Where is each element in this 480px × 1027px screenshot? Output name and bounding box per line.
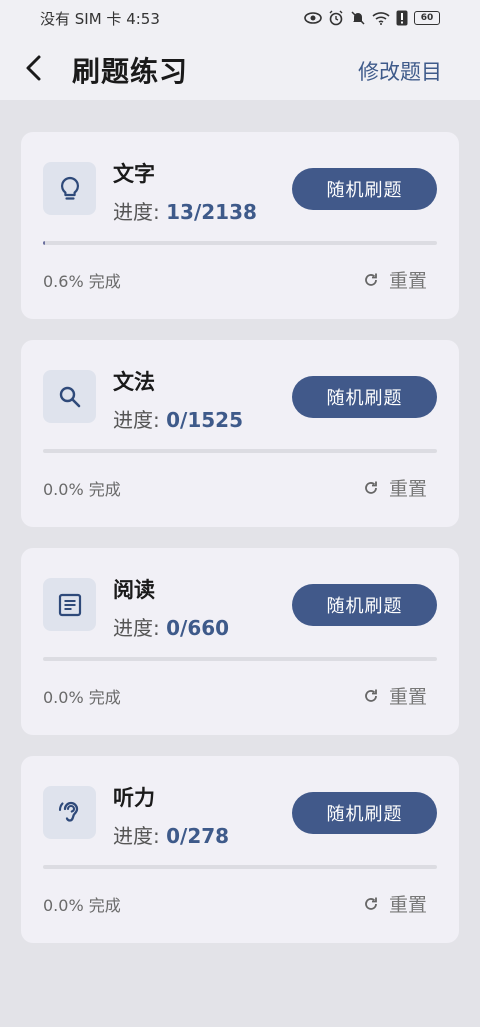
practice-card-listening: 听力 进度: 0/278 随机刷题 0.0% 完成 重置	[21, 756, 459, 943]
reset-label: 重置	[388, 894, 427, 916]
page-title: 刷题练习	[72, 55, 189, 88]
refresh-icon	[365, 481, 377, 494]
card-icon-box	[43, 370, 96, 423]
progress-label: 进度:	[113, 200, 167, 224]
hearing-icon	[58, 801, 78, 822]
reset-button[interactable]: 重置	[363, 474, 427, 501]
refresh-icon	[365, 897, 377, 910]
random-practice-button[interactable]: 随机刷题	[292, 168, 437, 210]
back-button[interactable]	[18, 52, 50, 84]
progress-text: 进度: 0/1525	[113, 404, 243, 433]
battery-icon: 60	[414, 11, 440, 25]
card-title: 文字	[113, 162, 155, 186]
reset-label: 重置	[388, 270, 427, 292]
percent-complete: 0.0% 完成	[43, 480, 121, 499]
status-text: 没有 SIM 卡 4:53	[40, 9, 160, 28]
progress-label: 进度:	[113, 824, 167, 848]
progress-value: 0/660	[166, 616, 230, 640]
progress-value: 13/2138	[166, 200, 257, 224]
article-icon	[58, 593, 81, 616]
card-icon-box	[43, 162, 96, 215]
card-title: 阅读	[113, 578, 155, 602]
practice-card-reading: 阅读 进度: 0/660 随机刷题 0.0% 完成 重置	[21, 548, 459, 735]
reset-label: 重置	[388, 686, 427, 708]
progress-label: 进度:	[113, 616, 167, 640]
practice-card-text: 文字 进度: 13/2138 随机刷题 0.6% 完成 重置	[21, 132, 459, 319]
refresh-icon	[365, 689, 377, 702]
progress-bar	[43, 657, 437, 661]
top-app-bar: 刷题练习 修改题目	[0, 36, 480, 100]
status-icons: 60	[304, 10, 440, 26]
mute-icon	[351, 11, 365, 25]
progress-bar	[43, 241, 437, 245]
progress-bar	[43, 865, 437, 869]
search-icon	[59, 386, 80, 407]
random-practice-button[interactable]: 随机刷题	[292, 584, 437, 626]
progress-text: 进度: 13/2138	[113, 196, 257, 225]
eye-icon	[304, 12, 322, 24]
reset-button[interactable]: 重置	[363, 266, 427, 293]
card-title: 听力	[113, 786, 155, 810]
random-practice-button[interactable]: 随机刷题	[292, 792, 437, 834]
progress-label: 进度:	[113, 408, 167, 432]
percent-complete: 0.0% 完成	[43, 688, 121, 707]
progress-text: 进度: 0/660	[113, 612, 229, 641]
progress-bar	[43, 449, 437, 453]
card-title: 文法	[113, 370, 155, 394]
percent-complete: 0.6% 完成	[43, 272, 121, 291]
card-icon-box	[43, 786, 96, 839]
alarm-icon	[329, 10, 343, 26]
reset-label: 重置	[388, 478, 427, 500]
lightbulb-icon	[60, 176, 79, 200]
practice-card-grammar: 文法 进度: 0/1525 随机刷题 0.0% 完成 重置	[21, 340, 459, 527]
back-arrow-icon	[26, 55, 41, 81]
wifi-icon	[372, 12, 390, 25]
refresh-icon	[365, 273, 377, 286]
progress-text: 进度: 0/278	[113, 820, 229, 849]
progress-value: 0/278	[166, 824, 230, 848]
progress-bar-fill	[43, 241, 46, 245]
alert-icon	[396, 10, 408, 26]
status-bar: 没有 SIM 卡 4:53 60	[0, 0, 480, 36]
edit-questions-button[interactable]: 修改题目	[358, 56, 442, 86]
reset-button[interactable]: 重置	[363, 890, 427, 917]
card-icon-box	[43, 578, 96, 631]
progress-value: 0/1525	[166, 408, 243, 432]
random-practice-button[interactable]: 随机刷题	[292, 376, 437, 418]
reset-button[interactable]: 重置	[363, 682, 427, 709]
percent-complete: 0.0% 完成	[43, 896, 121, 915]
